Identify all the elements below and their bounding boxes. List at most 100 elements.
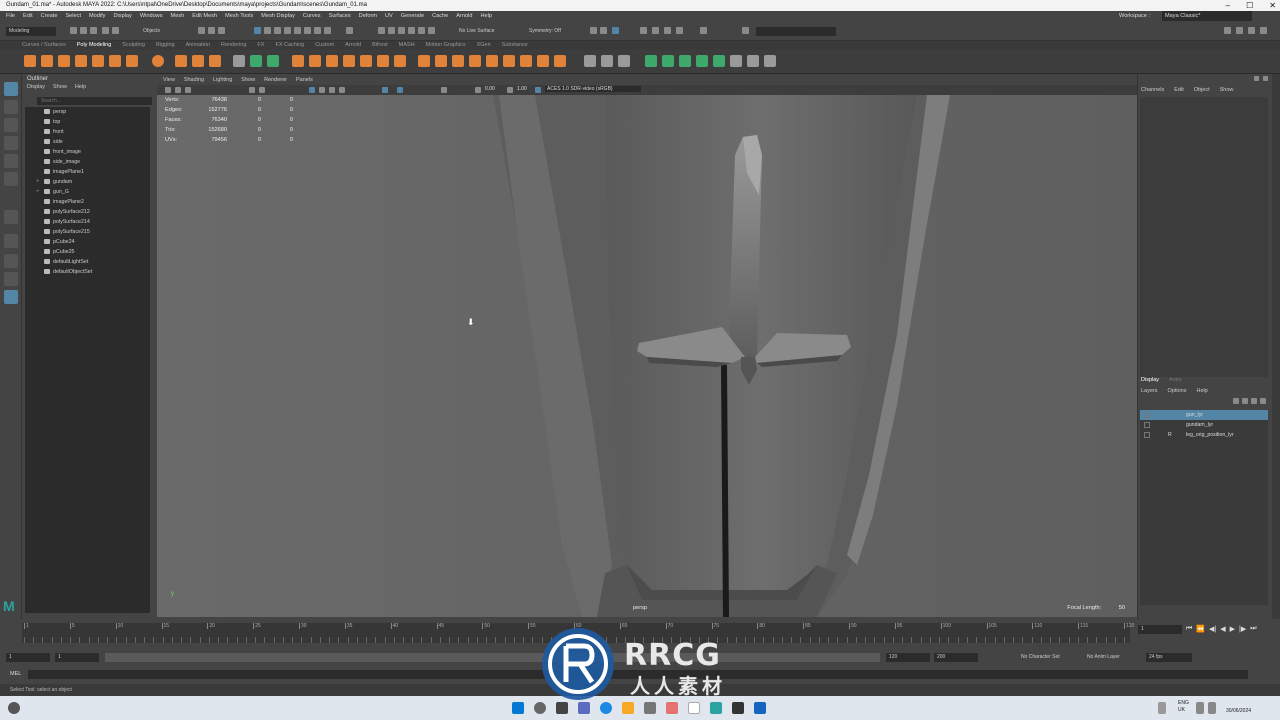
separate-icon[interactable] (250, 55, 262, 67)
make-hole-icon[interactable] (394, 55, 406, 67)
select-by-joint-icon[interactable] (264, 27, 271, 34)
outliner-item[interactable]: pCube24 (25, 237, 150, 247)
unfold-uv-icon[interactable] (764, 55, 776, 67)
select-by-handle-icon[interactable] (254, 27, 261, 34)
platonic-solid-icon[interactable] (152, 55, 164, 67)
channel-box-menu-edit[interactable]: Edit (1174, 87, 1183, 93)
fps-dropdown[interactable]: 24 fps (1146, 653, 1192, 662)
fill-hole-icon[interactable] (377, 55, 389, 67)
maximize-button[interactable]: ☐ (1246, 0, 1253, 11)
viewport-menu-panels[interactable]: Panels (296, 76, 313, 85)
save-scene-icon[interactable] (90, 27, 97, 34)
layer-display-type[interactable]: R (1168, 430, 1172, 440)
object-mode-icon[interactable] (208, 27, 215, 34)
type-tool-icon[interactable] (192, 55, 204, 67)
menu-create[interactable]: Create (41, 11, 58, 21)
snap-point-icon[interactable] (398, 27, 405, 34)
outliner-item[interactable]: side (25, 137, 150, 147)
viewport-menu-lighting[interactable]: Lighting (213, 76, 232, 85)
outliner-item[interactable]: front (25, 127, 150, 137)
outliner-item[interactable]: + gun_G (25, 187, 150, 197)
gamma-value[interactable]: 1.00 (517, 86, 527, 92)
poly-torus-icon[interactable] (92, 55, 104, 67)
shelf-tab-poly-modeling[interactable]: Poly Modeling (77, 41, 112, 50)
tray-overflow-icon[interactable] (1158, 702, 1166, 714)
construction-history-icon[interactable] (600, 27, 607, 34)
menu-display[interactable]: Display (113, 11, 131, 21)
menu-surfaces[interactable]: Surfaces (329, 11, 351, 21)
menu-generate[interactable]: Generate (401, 11, 424, 21)
color-space-dropdown[interactable]: ACES 1.0 SDR-video (sRGB) (545, 86, 641, 92)
hypershade-icon[interactable] (676, 27, 683, 34)
select-by-curve-icon[interactable] (274, 27, 281, 34)
go-to-start-icon[interactable]: ⏮ (1186, 625, 1192, 633)
modeling-toolkit-icon[interactable] (1224, 27, 1231, 34)
shelf-tab-animation[interactable]: Animation (186, 41, 210, 50)
viewport-menu-renderer[interactable]: Renderer (264, 76, 287, 85)
sew-uv-icon[interactable] (747, 55, 759, 67)
layer-visibility-toggle[interactable] (1144, 412, 1150, 418)
selection-mode-label[interactable]: Objects (140, 27, 180, 36)
select-by-deform-icon[interactable] (294, 27, 301, 34)
select-by-dynamic-icon[interactable] (304, 27, 311, 34)
live-surface-label[interactable]: No Live Surface (456, 27, 504, 36)
poly-sphere-icon[interactable] (24, 55, 36, 67)
single-pane-layout-icon[interactable] (4, 234, 18, 248)
viewport-menu-show[interactable]: Show (241, 76, 255, 85)
poly-plane-icon[interactable] (109, 55, 121, 67)
extrude-icon[interactable] (309, 55, 321, 67)
outliner-item[interactable]: persp (25, 107, 150, 117)
automatic-map-icon[interactable] (713, 55, 725, 67)
paint-select-tool-icon[interactable] (4, 118, 18, 132)
shelf-tab-mash[interactable]: MASH (399, 41, 415, 50)
shelf-tab-rigging[interactable]: Rigging (156, 41, 175, 50)
new-layer-icon[interactable] (1251, 398, 1257, 404)
rotate-tool-icon[interactable] (4, 154, 18, 168)
outliner-item[interactable]: imagePlane2 (25, 197, 150, 207)
menu-arnold[interactable]: Arnold (456, 11, 472, 21)
weather-icon[interactable] (8, 702, 20, 714)
layer-row[interactable]: gundam_lyr (1140, 420, 1268, 430)
four-pane-layout-icon[interactable] (4, 254, 18, 268)
menu-cache[interactable]: Cache (432, 11, 448, 21)
outliner-menu-display[interactable]: Display (27, 84, 45, 90)
combine-icon[interactable] (233, 55, 245, 67)
boolean-icon[interactable] (292, 55, 304, 67)
render-view-icon[interactable] (612, 27, 619, 34)
poly-cone-icon[interactable] (75, 55, 87, 67)
menu-uv[interactable]: UV (385, 11, 393, 21)
move-layer-up-icon[interactable] (1233, 398, 1239, 404)
cut-uv-icon[interactable] (730, 55, 742, 67)
shelf-tab-custom[interactable]: Custom (315, 41, 334, 50)
channel-box-menu-channels[interactable]: Channels (1141, 87, 1164, 93)
spherical-map-icon[interactable] (696, 55, 708, 67)
panel-toggle-icon[interactable] (1254, 76, 1259, 81)
step-forward-frame-icon[interactable]: |▶ (1239, 625, 1246, 633)
workspace-dropdown[interactable]: Maya Classic* (1162, 11, 1252, 21)
camera-attributes-icon[interactable] (175, 87, 181, 93)
outliner-item[interactable]: top (25, 117, 150, 127)
menu-set-dropdown[interactable]: Modeling (6, 27, 56, 36)
outliner-item[interactable]: + gundam (25, 177, 150, 187)
channel-box-menu-object[interactable]: Object (1194, 87, 1210, 93)
expand-icon[interactable]: + (36, 177, 40, 187)
volume-icon[interactable] (1208, 702, 1216, 714)
step-back-frame-icon[interactable]: ◀| (1209, 625, 1216, 633)
shelf-tab-bifrost[interactable]: Bifrost (372, 41, 388, 50)
snap-live-icon[interactable] (418, 27, 425, 34)
camera-select-icon[interactable] (165, 87, 171, 93)
go-to-end-icon[interactable]: ⏭ (1250, 625, 1256, 633)
target-weld-icon[interactable] (435, 55, 447, 67)
menu-edit[interactable]: Edit (23, 11, 33, 21)
layer-tab-display[interactable]: Display (1141, 377, 1159, 383)
lasso-tool-icon[interactable] (4, 100, 18, 114)
anim-layer-dropdown[interactable]: No Anim Layer (1084, 653, 1138, 662)
play-forward-icon[interactable]: ▶ (1230, 625, 1235, 633)
shelf-tab-substance[interactable]: Substance (502, 41, 528, 50)
panel-float-icon[interactable] (1263, 76, 1268, 81)
connect-icon[interactable] (452, 55, 464, 67)
menu-mesh-display[interactable]: Mesh Display (261, 11, 295, 21)
bookmarks-icon[interactable] (185, 87, 191, 93)
color-management-icon[interactable] (535, 87, 541, 93)
menu-select[interactable]: Select (65, 11, 81, 21)
